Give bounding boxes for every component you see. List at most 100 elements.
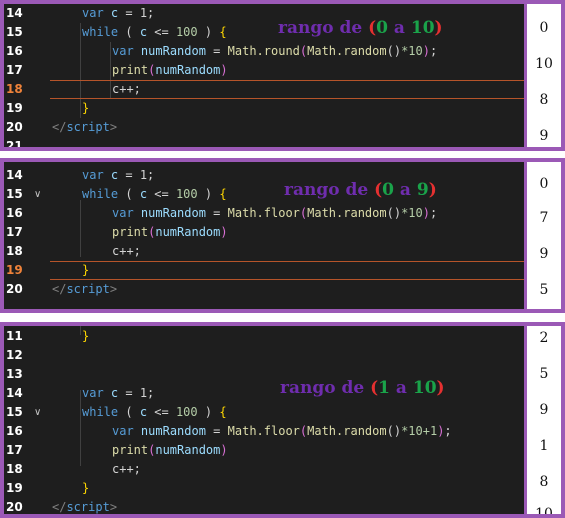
code-line: 21: [4, 137, 524, 147]
line-number: 14: [6, 6, 23, 20]
code-text: }: [82, 263, 90, 277]
code-line: 19 }: [4, 99, 524, 118]
code-text: }: [82, 481, 90, 495]
line-number: 18: [6, 244, 23, 258]
output-value: 9: [539, 402, 549, 418]
code-line: 14 var c = 1;: [4, 384, 524, 403]
code-panel-round: 14 var c = 1; 15 while ( c <= 100 ) { 16…: [0, 0, 565, 151]
line-number: 17: [6, 225, 23, 239]
output-value: 5: [539, 366, 549, 382]
line-number: 18: [6, 82, 23, 96]
code-text: var numRandom = Math.floor(Math.random()…: [112, 424, 452, 438]
line-number: 15: [6, 25, 23, 39]
output-value: 2: [539, 330, 549, 346]
code-text: c++;: [112, 244, 141, 258]
chevron-down-icon[interactable]: ∨: [34, 403, 46, 422]
line-number: 19: [6, 101, 23, 115]
code-line: 15 ∨ while ( c <= 100 ) {: [4, 403, 524, 422]
output-value: 0: [539, 176, 549, 192]
range-caption: rango de (0 a 9): [284, 180, 437, 200]
code-line: 18 c++;: [4, 242, 524, 261]
code-panel-floor: 14 var c = 1; 15 ∨ while ( c <= 100 ) { …: [0, 158, 565, 313]
code-panel-floor-plus-one: 11 } 12 13 14 var c = 1; 15 ∨ while ( c …: [0, 322, 565, 518]
code-line: 16 var numRandom = Math.floor(Math.rando…: [4, 204, 524, 223]
code-text: var c = 1;: [82, 168, 155, 182]
code-line: 12: [4, 346, 524, 365]
line-number: 14: [6, 386, 23, 400]
code-line: 14 var c = 1;: [4, 166, 524, 185]
range-caption: rango de (0 a 10): [278, 18, 443, 38]
code-line: 17 print(numRandom): [4, 223, 524, 242]
line-number: 16: [6, 424, 23, 438]
code-text: while ( c <= 100 ) {: [82, 25, 227, 39]
code-line: 20 </script>: [4, 118, 524, 137]
line-number: 15: [6, 405, 23, 419]
line-number: 14: [6, 168, 23, 182]
line-number: 19: [6, 481, 23, 495]
code-text: while ( c <= 100 ) {: [82, 187, 227, 201]
range-caption: rango de (1 a 10): [280, 378, 445, 398]
line-number: 16: [6, 206, 23, 220]
code-line: 16 var numRandom = Math.round(Math.rando…: [4, 42, 524, 61]
code-text: </script>: [52, 500, 118, 514]
code-text: c++;: [112, 82, 141, 96]
output-value: 8: [539, 92, 549, 108]
output-value: 7: [539, 210, 549, 226]
output-value: 9: [539, 128, 549, 144]
code-text: var numRandom = Math.floor(Math.random()…: [112, 206, 438, 220]
code-line: 11 }: [4, 327, 524, 346]
code-line: 17 print(numRandom): [4, 441, 524, 460]
code-line: 13: [4, 365, 524, 384]
code-line: 17 print(numRandom): [4, 61, 524, 80]
output-value: 0: [539, 20, 549, 36]
line-number: 20: [6, 500, 23, 514]
code-line: 14 var c = 1;: [4, 4, 524, 23]
code-editor[interactable]: 11 } 12 13 14 var c = 1; 15 ∨ while ( c …: [4, 326, 524, 514]
output-value: 10: [535, 56, 553, 72]
output-value: 5: [539, 282, 549, 298]
code-text: print(numRandom): [112, 443, 228, 457]
line-number: 17: [6, 63, 23, 77]
code-editor[interactable]: 14 var c = 1; 15 while ( c <= 100 ) { 16…: [4, 4, 524, 147]
line-number: 15: [6, 187, 23, 201]
code-text: c++;: [112, 462, 141, 476]
code-line: 15 ∨ while ( c <= 100 ) {: [4, 185, 524, 204]
code-text: </script>: [52, 282, 118, 296]
line-number: 19: [6, 263, 23, 277]
line-number: 21: [6, 139, 23, 147]
output-value: 9: [539, 246, 549, 262]
line-number: 11: [6, 329, 23, 343]
code-text: print(numRandom): [112, 225, 228, 239]
code-line: 18 c++;: [4, 460, 524, 479]
chevron-down-icon[interactable]: ∨: [34, 185, 46, 204]
line-number: 20: [6, 282, 23, 296]
code-text: while ( c <= 100 ) {: [82, 405, 227, 419]
code-text: var c = 1;: [82, 6, 155, 20]
line-number: 16: [6, 44, 23, 58]
code-editor[interactable]: 14 var c = 1; 15 ∨ while ( c <= 100 ) { …: [4, 162, 524, 309]
output-value: 10: [535, 506, 553, 514]
line-number: 12: [6, 348, 23, 362]
code-line: 20 </script>: [4, 498, 524, 514]
output-value: 1: [539, 438, 549, 454]
code-line: 19 }: [4, 479, 524, 498]
code-line: 16 var numRandom = Math.floor(Math.rando…: [4, 422, 524, 441]
code-line: 20 </script>: [4, 280, 524, 299]
line-number: 17: [6, 443, 23, 457]
output-pane: 0 7 9 5: [524, 162, 561, 309]
output-value: 8: [539, 474, 549, 490]
code-text: }: [82, 329, 90, 343]
line-number: 13: [6, 367, 23, 381]
current-line-highlight: [50, 261, 524, 280]
code-text: }: [82, 101, 90, 115]
code-text: var c = 1;: [82, 386, 155, 400]
code-line: 15 while ( c <= 100 ) {: [4, 23, 524, 42]
line-number: 18: [6, 462, 23, 476]
code-text: </script>: [52, 120, 118, 134]
code-line-current: 18 c++;: [4, 80, 524, 99]
code-text: print(numRandom): [112, 63, 228, 77]
code-text: var numRandom = Math.round(Math.random()…: [112, 44, 438, 58]
line-number: 20: [6, 120, 23, 134]
output-pane: 0 10 8 9: [524, 4, 561, 147]
code-line-current: 19 }: [4, 261, 524, 280]
